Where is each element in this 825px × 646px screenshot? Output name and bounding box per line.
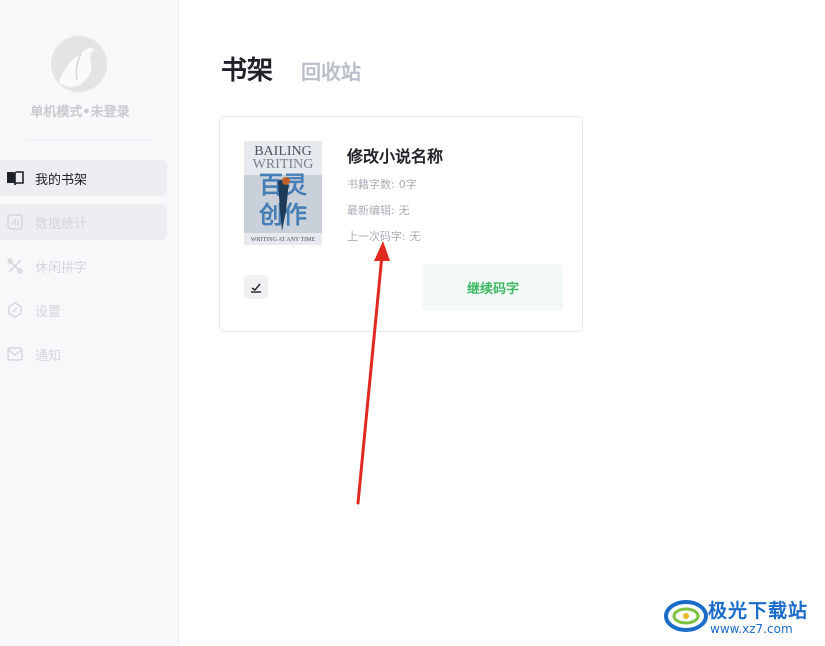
sidebar-item-label: 设置 (35, 304, 62, 320)
word-count-label: 书籍字数: (347, 178, 395, 191)
watermark: 极光下载站 www.xz7.com (664, 594, 819, 640)
app-window: 单机模式•未登录 我的书架 数据统计 休闲拼字 设置 通知 书架 回收站 BAI… (0, 0, 825, 646)
sidebar-item-notifications[interactable]: 通知 (0, 336, 167, 372)
book-cover[interactable]: BAILING WRITING 百灵 创作 WRITING AT ANY TIM… (244, 141, 322, 245)
book-title[interactable]: 修改小说名称 (347, 143, 443, 167)
watermark-logo-icon (664, 600, 708, 632)
last-typing-value: 无 (409, 230, 421, 243)
sidebar-item-word-game[interactable]: 休闲拼字 (0, 248, 167, 284)
tab-recycle-bin[interactable]: 回收站 (301, 56, 361, 85)
sidebar-item-label: 休闲拼字 (35, 260, 88, 276)
word-count-value: 0字 (398, 178, 417, 191)
sidebar-item-label: 通知 (35, 348, 62, 364)
sidebar: 单机模式•未登录 我的书架 数据统计 休闲拼字 设置 通知 (0, 0, 179, 646)
watermark-url: www.xz7.com (710, 622, 793, 636)
continue-writing-button[interactable]: 继续码字 (423, 264, 563, 311)
page-title: 书架 (221, 56, 274, 86)
sidebar-item-settings[interactable]: 设置 (0, 292, 167, 328)
puzzle-icon (6, 257, 24, 275)
chart-icon (6, 213, 24, 231)
edit-book-button[interactable] (244, 275, 268, 299)
last-edit: 最新编辑: 无 (347, 202, 410, 218)
edit-icon (251, 283, 261, 293)
red-arrow-annotation (356, 241, 390, 505)
book-card[interactable]: BAILING WRITING 百灵 创作 WRITING AT ANY TIM… (219, 116, 583, 332)
gear-icon (6, 301, 24, 319)
sidebar-item-statistics[interactable]: 数据统计 (0, 204, 167, 240)
word-count: 书籍字数: 0字 (347, 176, 417, 192)
watermark-name: 极光下载站 (708, 600, 809, 622)
last-edit-label: 最新编辑: (347, 204, 395, 217)
cover-line2: WRITING (253, 157, 314, 172)
sidebar-item-label: 数据统计 (35, 216, 88, 232)
cover-bottom: WRITING AT ANY TIME (251, 237, 316, 243)
book-icon (6, 169, 24, 187)
last-edit-value: 无 (398, 204, 410, 217)
sidebar-item-label: 我的书架 (35, 172, 88, 188)
sidebar-item-bookshelf[interactable]: 我的书架 (0, 160, 167, 196)
avatar[interactable] (51, 36, 107, 92)
login-status: 单机模式•未登录 (30, 105, 130, 120)
bird-avatar-icon (51, 36, 107, 92)
mail-icon (6, 345, 24, 363)
sidebar-divider (26, 139, 154, 140)
